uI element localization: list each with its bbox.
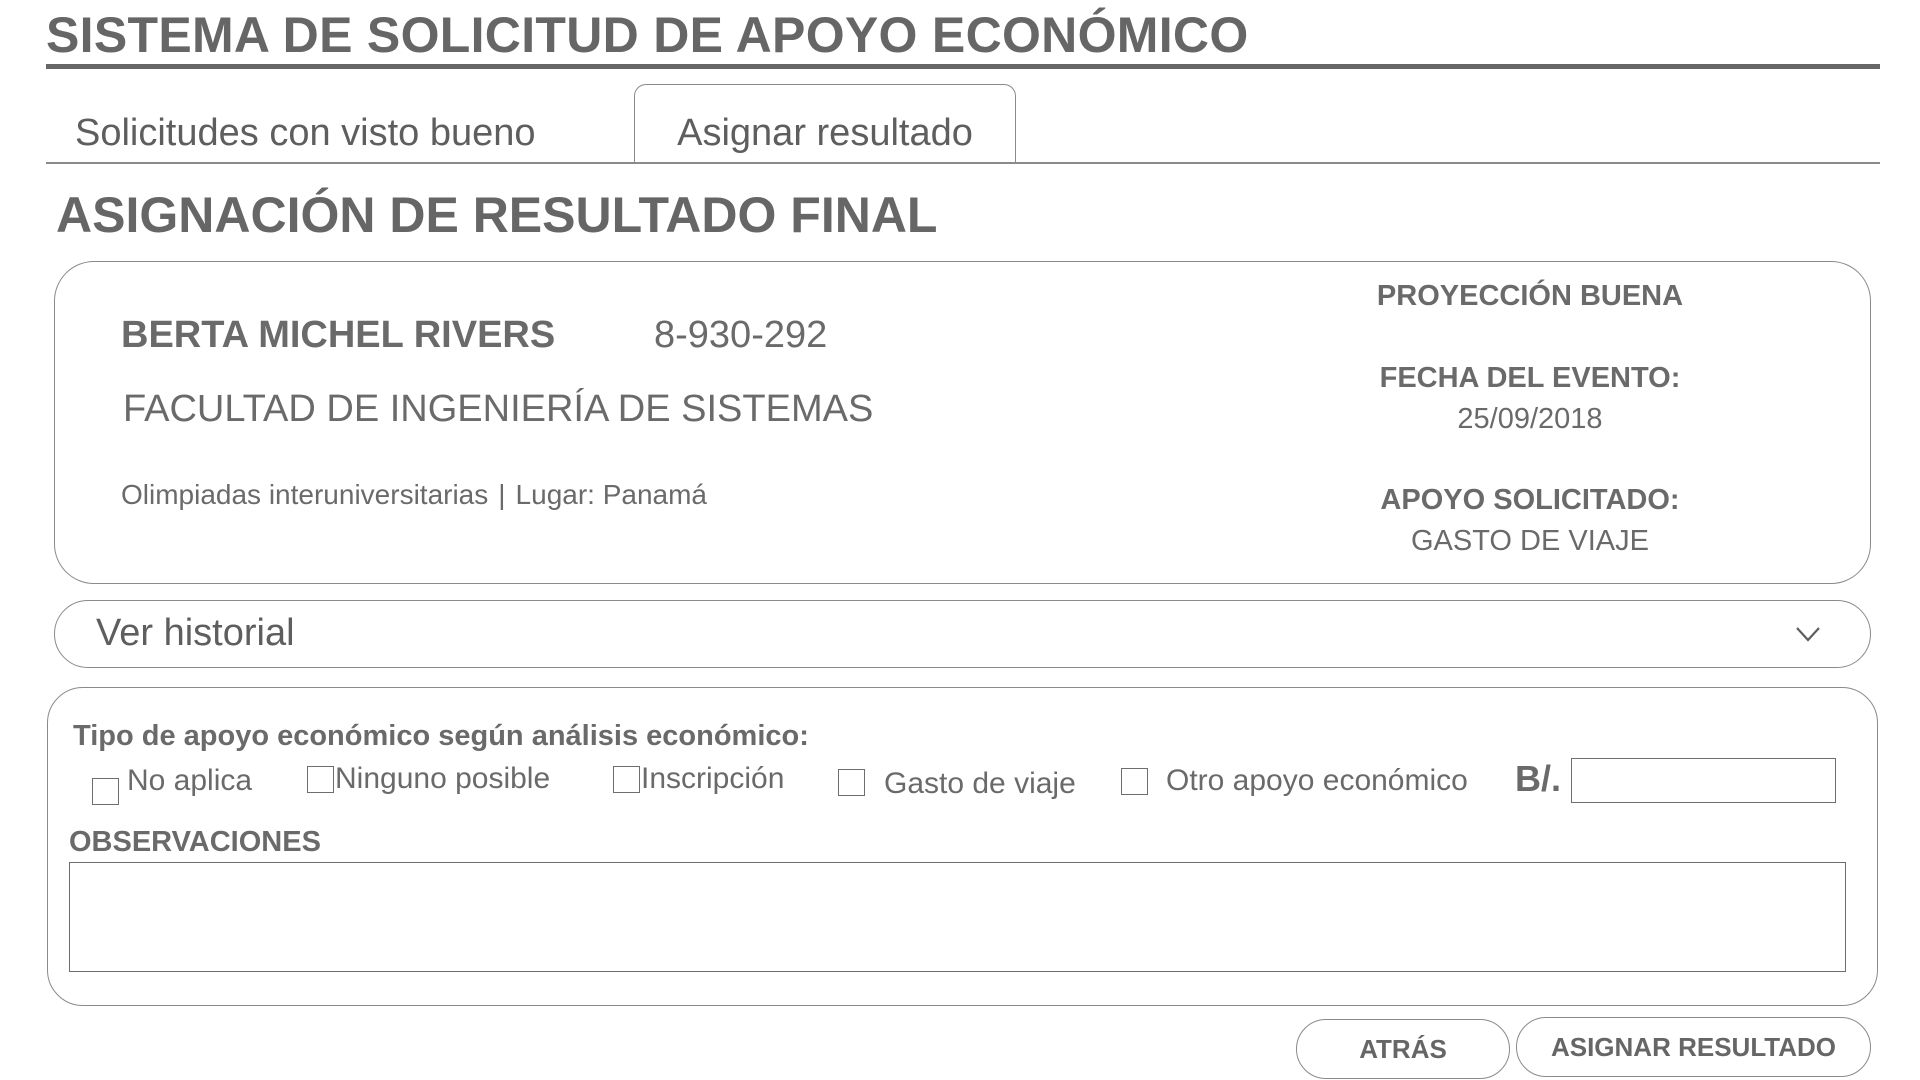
assign-result-button[interactable]: ASIGNAR RESULTADO <box>1516 1017 1871 1077</box>
projection-status: PROYECCIÓN BUENA <box>1376 280 1684 312</box>
option-gasto-de-viaje-label: Gasto de viaje <box>884 767 1076 800</box>
amount-input[interactable] <box>1571 758 1836 803</box>
option-inscripcion-label: Inscripción <box>641 762 785 795</box>
applicant-name: BERTA MICHEL RIVERS <box>121 314 556 356</box>
event-date-value: 25/09/2018 <box>1457 403 1603 435</box>
option-inscripcion[interactable]: Inscripción <box>613 759 784 799</box>
tab-asignar-resultado-label: Asignar resultado <box>677 112 973 154</box>
page-title: ASIGNACIÓN DE RESULTADO FINAL <box>56 187 938 243</box>
option-ninguno-posible-label: Ninguno posible <box>335 762 551 795</box>
currency-label: B/. <box>1515 758 1562 799</box>
option-otro-apoyo-label: Otro apoyo económico <box>1166 764 1468 797</box>
event-location: Lugar: Panamá <box>515 479 708 510</box>
option-gasto-de-viaje[interactable]: Gasto de viaje <box>838 762 1076 802</box>
option-otro-apoyo[interactable]: Otro apoyo económico <box>1121 761 1468 801</box>
title-divider <box>46 64 1880 69</box>
event-details: Olimpiadas interuniversitarias | Lugar: Pa… <box>121 479 707 511</box>
app-title: SISTEMA DE SOLICITUD DE APOYO ECONÓMICO <box>46 7 1249 63</box>
option-ninguno-posible[interactable]: Ninguno posible <box>307 759 550 799</box>
event-date-label: FECHA DEL EVENTO: <box>1379 362 1681 394</box>
option-no-aplica[interactable]: No aplica <box>92 764 253 805</box>
checkbox-inscripcion[interactable] <box>613 765 640 793</box>
checkbox-no-aplica[interactable] <box>92 777 119 805</box>
observations-label: OBSERVACIONES <box>69 826 321 858</box>
applicant-id-number: 8-930-292 <box>654 314 828 356</box>
tabs-divider <box>46 162 1880 164</box>
tab-asignar-resultado[interactable]: Asignar resultado <box>634 84 1016 164</box>
event-separator: | <box>498 479 506 510</box>
history-label: Ver historial <box>96 612 295 654</box>
tab-solicitudes-visto-bueno[interactable]: Solicitudes con visto bueno <box>75 112 536 155</box>
applicant-faculty: FACULTAD DE INGENIERÍA DE SISTEMAS <box>123 388 874 430</box>
history-accordion[interactable] <box>54 600 1871 668</box>
checkbox-otro-apoyo[interactable] <box>1121 767 1148 795</box>
option-no-aplica-label: No aplica <box>127 764 253 797</box>
chevron-down-icon[interactable] <box>1794 624 1822 644</box>
event-name: Olimpiadas interuniversitarias <box>121 479 489 510</box>
checkbox-ninguno-posible[interactable] <box>307 765 334 793</box>
requested-support-value: GASTO DE VIAJE <box>1411 525 1649 557</box>
observations-textarea[interactable] <box>69 862 1846 972</box>
checkbox-gasto-de-viaje[interactable] <box>838 768 865 796</box>
back-button[interactable]: ATRÁS <box>1296 1019 1510 1079</box>
requested-support-label: APOYO SOLICITADO: <box>1380 484 1680 516</box>
support-type-question: Tipo de apoyo económico según análisis e… <box>73 720 809 752</box>
